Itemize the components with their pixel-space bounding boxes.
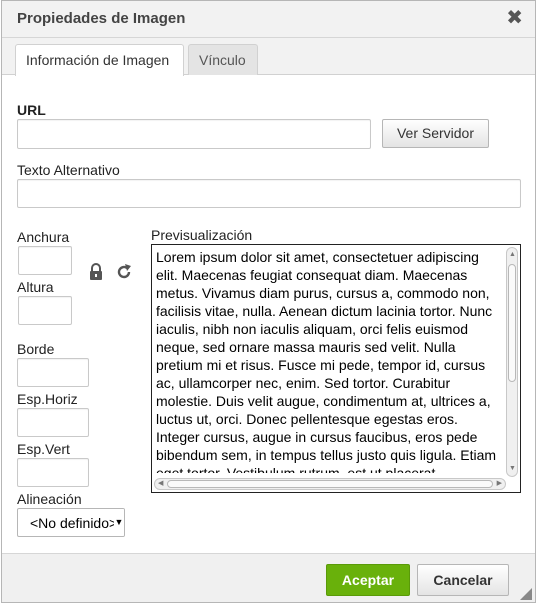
preview-vertical-scrollbar[interactable]: ▲ ▼ (506, 247, 518, 477)
preview-text: Lorem ipsum dolor sit amet, consectetuer… (156, 249, 497, 473)
ok-button[interactable]: Aceptar (326, 564, 410, 596)
tab-link[interactable]: Vínculo (188, 44, 258, 75)
align-select-value: <No definido> (30, 515, 118, 531)
width-label: Anchura (17, 229, 70, 245)
chevron-down-icon: ▼ (114, 509, 124, 536)
scroll-up-icon[interactable]: ▲ (509, 251, 516, 259)
hspace-label: Esp.Horiz (17, 391, 78, 407)
scroll-right-icon[interactable]: ▶ (497, 480, 502, 488)
browse-server-button[interactable]: Ver Servidor (382, 119, 489, 148)
height-input[interactable] (18, 296, 72, 325)
url-label: URL (17, 102, 46, 118)
alt-text-label: Texto Alternativo (17, 162, 120, 178)
cancel-button[interactable]: Cancelar (417, 564, 509, 596)
dialog-content: URL Ver Servidor Texto Alternativo Anchu… (2, 75, 535, 553)
align-select[interactable]: <No definido> ▼ (17, 508, 125, 537)
dialog-title: Propiedades de Imagen (17, 10, 186, 27)
tab-bar: Información de Imagen Vínculo (2, 38, 535, 76)
align-label: Alineación (17, 491, 82, 507)
vspace-label: Esp.Vert (17, 441, 70, 457)
preview-vertical-scroll-thumb[interactable] (508, 264, 516, 382)
preview-label: Previsualización (151, 227, 253, 243)
lock-icon[interactable] (88, 263, 104, 284)
tab-image-info[interactable]: Información de Imagen (15, 44, 184, 76)
scroll-left-icon[interactable]: ◀ (158, 480, 163, 488)
url-input[interactable] (17, 119, 371, 149)
alt-text-input[interactable] (17, 179, 521, 208)
hspace-input[interactable] (17, 408, 89, 437)
height-label: Altura (17, 279, 54, 295)
border-input[interactable] (17, 358, 89, 387)
preview-horizontal-scroll-thumb[interactable] (167, 480, 493, 488)
dialog-footer: Aceptar Cancelar (2, 553, 535, 602)
border-label: Borde (17, 341, 55, 357)
width-input[interactable] (18, 246, 72, 275)
reset-size-icon[interactable] (115, 263, 133, 284)
dialog-titlebar[interactable]: Propiedades de Imagen ✖ (2, 1, 535, 38)
resize-handle-icon[interactable] (520, 587, 532, 600)
close-icon[interactable]: ✖ (506, 8, 523, 28)
preview-box: Lorem ipsum dolor sit amet, consectetuer… (151, 244, 521, 493)
preview-horizontal-scrollbar[interactable]: ◀ ▶ (154, 478, 506, 490)
vspace-input[interactable] (17, 458, 89, 487)
scroll-down-icon[interactable]: ▼ (509, 465, 516, 473)
image-properties-dialog: Propiedades de Imagen ✖ Información de I… (1, 0, 536, 603)
